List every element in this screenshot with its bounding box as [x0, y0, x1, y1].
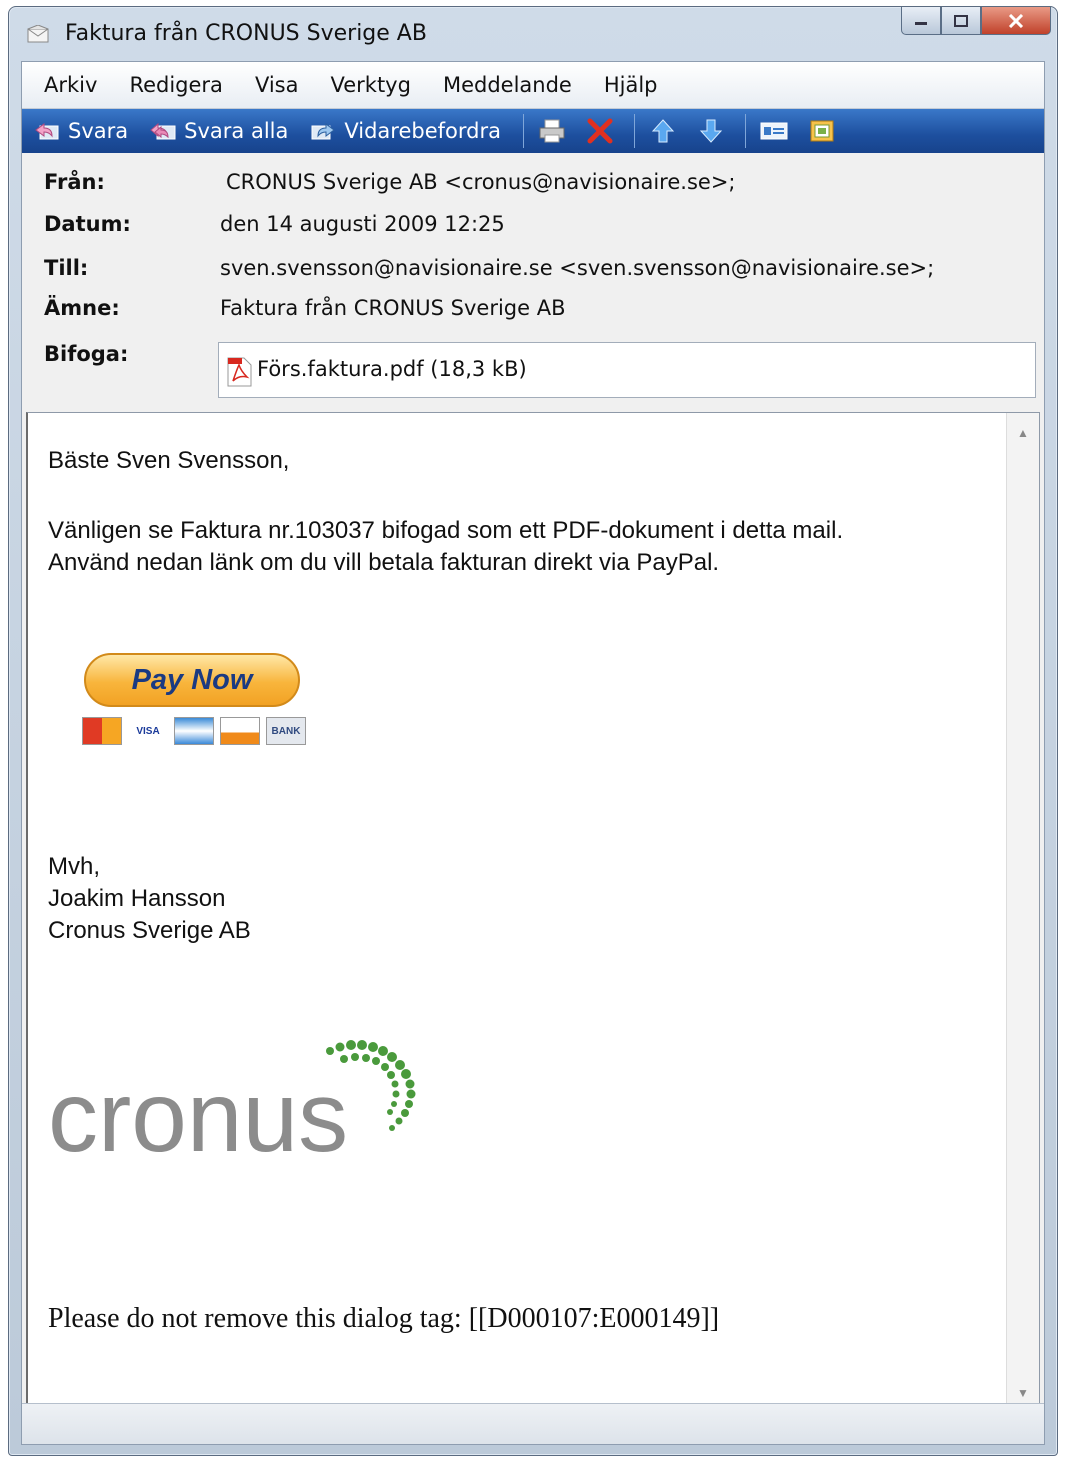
subject-label: Ämne:: [44, 296, 120, 320]
envelope-icon: [27, 25, 49, 43]
maximize-icon: [954, 14, 968, 27]
menu-verktyg[interactable]: Verktyg: [331, 73, 411, 97]
cronus-logo-graphic: cronus: [48, 1040, 416, 1173]
visa-icon: VISA: [128, 717, 168, 745]
to-label: Till:: [44, 256, 89, 280]
arrow-up-icon: [651, 119, 675, 143]
menu-hjalp[interactable]: Hjälp: [604, 73, 658, 97]
body-line-2: Använd nedan länk om du vill betala fakt…: [48, 549, 720, 576]
subject-row: Ämne: Faktura från CRONUS Sverige AB: [44, 296, 1026, 328]
from-row: Från: CRONUS Sverige AB <cronus@navision…: [44, 170, 1026, 202]
message-headers: Från: CRONUS Sverige AB <cronus@navision…: [22, 154, 1044, 404]
toolbar-separator-3: [744, 114, 746, 148]
minimize-button[interactable]: [901, 7, 941, 35]
mastercard-icon: [82, 717, 122, 745]
menu-redigera[interactable]: Redigera: [129, 73, 223, 97]
next-message-button[interactable]: [697, 118, 725, 144]
window-controls: [901, 7, 1051, 37]
vertical-scrollbar[interactable]: ▲ ▼: [1006, 413, 1039, 1413]
pdf-icon: [227, 357, 252, 387]
reply-all-icon: [150, 122, 176, 140]
menu-bar: Arkiv Redigera Visa Verktyg Meddelande H…: [22, 62, 1044, 109]
toolbar-separator-2: [633, 114, 635, 148]
message-body: Bäste Sven Svensson, Vänligen se Faktura…: [26, 412, 1040, 1414]
address-book-button[interactable]: [808, 118, 836, 144]
reply-label: Svara: [68, 119, 129, 143]
status-bar: [22, 1403, 1044, 1444]
dialog-tag-text: Please do not remove this dialog tag: [[…: [48, 1303, 720, 1334]
cronus-logo: cronus: [48, 1033, 468, 1173]
to-row: Till: sven.svensson@navisionaire.se <sve…: [44, 256, 1026, 288]
menu-visa[interactable]: Visa: [255, 73, 299, 97]
print-button[interactable]: [538, 118, 566, 144]
delete-button[interactable]: [586, 118, 614, 144]
bank-icon: BANK: [266, 717, 306, 745]
from-value[interactable]: CRONUS Sverige AB <cronus@navisionaire.s…: [226, 170, 736, 194]
contacts-button[interactable]: [760, 118, 788, 144]
forward-label: Vidarebefordra: [344, 119, 501, 143]
reply-icon: [35, 123, 59, 140]
logo-wordmark: cronus: [48, 1061, 348, 1163]
previous-message-button[interactable]: [649, 118, 677, 144]
date-value: den 14 augusti 2009 12:25: [220, 212, 505, 236]
maximize-button[interactable]: [941, 7, 981, 35]
minimize-icon: [915, 21, 927, 25]
contact-card-icon: [760, 122, 788, 140]
signature-company: Cronus Sverige AB: [48, 917, 251, 944]
greeting-text: Bäste Sven Svensson,: [48, 447, 290, 474]
forward-button[interactable]: Vidarebefordra: [310, 119, 501, 143]
payment-cards: VISA BANK: [82, 717, 312, 745]
print-icon: [539, 119, 565, 143]
email-window: Faktura från CRONUS Sverige AB Arkiv Red…: [8, 6, 1058, 1456]
forward-icon: [311, 123, 336, 140]
amex-icon: [174, 717, 214, 745]
toolbar: Svara Svara alla Vidarebefordra: [22, 109, 1044, 153]
title-bar[interactable]: Faktura från CRONUS Sverige AB: [9, 7, 1057, 59]
subject-value: Faktura från CRONUS Sverige AB: [220, 296, 566, 320]
pay-now-button[interactable]: Pay Now: [84, 653, 300, 707]
delete-icon: [587, 118, 613, 144]
reply-button[interactable]: Svara: [34, 119, 128, 143]
menu-meddelande[interactable]: Meddelande: [443, 73, 572, 97]
menu-arkiv[interactable]: Arkiv: [44, 73, 97, 97]
window-title: Faktura från CRONUS Sverige AB: [65, 21, 427, 46]
attachment-box: Förs.faktura.pdf (18,3 kB): [218, 342, 1036, 398]
window-content: Arkiv Redigera Visa Verktyg Meddelande H…: [21, 61, 1045, 1445]
date-row: Datum: den 14 augusti 2009 12:25: [44, 212, 1026, 244]
close-button[interactable]: [981, 7, 1051, 35]
close-icon: [1008, 13, 1024, 28]
signature-closing: Mvh,: [48, 853, 101, 880]
arrow-down-icon: [699, 119, 723, 143]
scroll-up-icon[interactable]: ▲: [1007, 417, 1039, 449]
attachment-label: Bifoga:: [44, 342, 129, 366]
address-book-icon: [810, 120, 834, 142]
from-label: Från:: [44, 170, 105, 194]
reply-all-label: Svara alla: [184, 119, 289, 143]
to-value[interactable]: sven.svensson@navisionaire.se <sven.sven…: [220, 256, 934, 280]
toolbar-separator: [522, 114, 524, 148]
date-label: Datum:: [44, 212, 131, 236]
attachment-file[interactable]: Förs.faktura.pdf (18,3 kB): [257, 357, 527, 381]
reply-all-button[interactable]: Svara alla: [150, 119, 288, 143]
discover-icon: [220, 717, 260, 745]
body-line-1: Vänligen se Faktura nr.103037 bifogad so…: [48, 517, 844, 544]
signature-name: Joakim Hansson: [48, 885, 226, 912]
